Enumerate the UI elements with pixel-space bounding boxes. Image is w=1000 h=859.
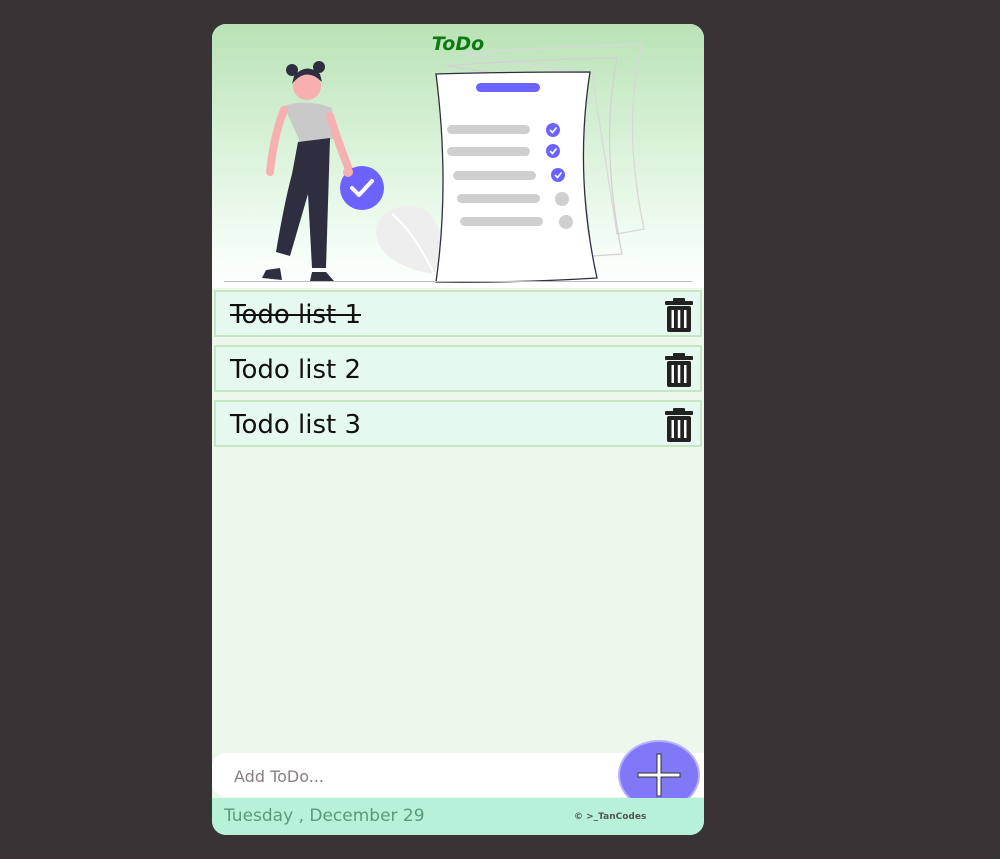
hero-banner: ToDo xyxy=(212,24,704,288)
trash-icon[interactable] xyxy=(664,408,694,442)
todo-list: Todo list 1 Todo list 2 Todo list 3 xyxy=(212,290,704,455)
app-title: ToDo xyxy=(431,33,485,55)
hero-divider xyxy=(224,281,692,282)
todo-item[interactable]: Todo list 1 xyxy=(214,290,702,337)
add-todo-input[interactable] xyxy=(222,753,626,799)
todo-illustration xyxy=(262,43,645,283)
todo-item[interactable]: Todo list 3 xyxy=(214,400,702,447)
current-date: Tuesday , December 29 xyxy=(224,806,425,826)
footer: Tuesday , December 29 © >_TanCodes xyxy=(212,798,704,835)
trash-icon[interactable] xyxy=(664,298,694,332)
todo-item[interactable]: Todo list 2 xyxy=(214,345,702,392)
todo-item-text[interactable]: Todo list 3 xyxy=(230,410,361,440)
trash-icon[interactable] xyxy=(664,353,694,387)
todo-item-text[interactable]: Todo list 1 xyxy=(230,300,361,330)
credit-text: © >_TanCodes xyxy=(574,812,647,822)
todo-item-text[interactable]: Todo list 2 xyxy=(230,355,361,385)
todo-app: ToDo Todo list 1 Todo list 2 Todo list 3… xyxy=(212,24,704,835)
